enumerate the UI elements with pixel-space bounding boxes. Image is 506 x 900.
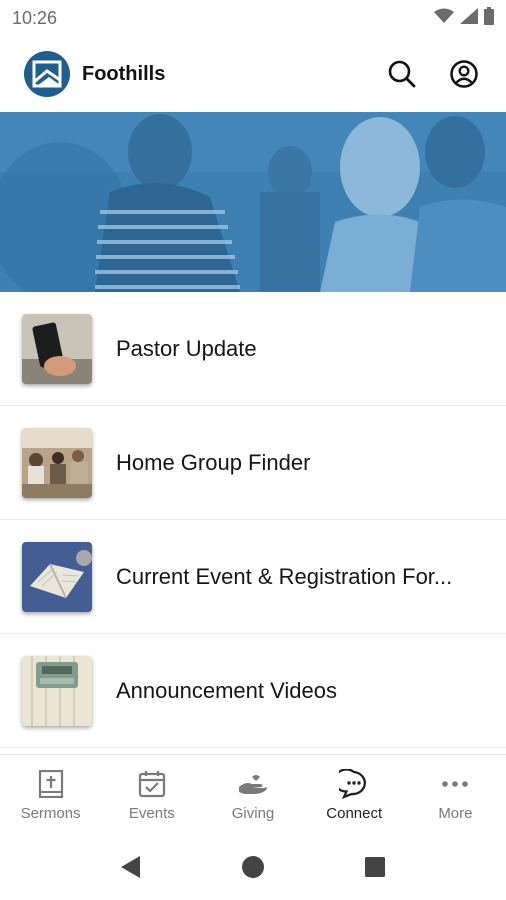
nav-label-connect: Connect xyxy=(326,804,383,822)
wifi-icon xyxy=(434,8,454,29)
app-bar: Foothills xyxy=(0,36,506,112)
group-photo-thumbnail xyxy=(22,427,92,498)
nav-connect[interactable]: Connect xyxy=(304,755,405,835)
menu-item-label: Pastor Update xyxy=(116,335,257,361)
hero-banner-image xyxy=(0,112,506,292)
bible-icon xyxy=(36,769,66,799)
menu-item-current-event-registration[interactable]: Current Event & Registration For... xyxy=(0,520,506,634)
calendar-check-icon xyxy=(137,769,167,799)
signal-icon xyxy=(460,7,478,29)
app-actions xyxy=(384,56,482,92)
menu-item-label: Home Group Finder xyxy=(116,449,311,475)
chat-bubble-icon xyxy=(339,768,369,799)
app-title: Foothills xyxy=(82,62,166,85)
status-icons xyxy=(434,6,494,30)
nav-label-giving: Giving xyxy=(231,804,275,822)
nav-label-events: Events xyxy=(128,804,175,822)
menu-list: Pastor Update Home Group Finder Current … xyxy=(0,292,506,748)
system-nav-bar xyxy=(0,834,506,900)
giving-hand-icon xyxy=(238,769,268,799)
search-icon[interactable] xyxy=(384,56,420,92)
menu-item-announcement-videos[interactable]: Announcement Videos xyxy=(0,634,506,748)
account-icon[interactable] xyxy=(446,56,482,92)
book-photo-thumbnail xyxy=(22,541,92,612)
battery-icon xyxy=(484,6,494,30)
back-icon[interactable] xyxy=(111,847,151,887)
nav-sermons[interactable]: Sermons xyxy=(0,755,101,835)
typewriter-photo-thumbnail xyxy=(22,655,92,726)
nav-more[interactable]: More xyxy=(405,755,506,835)
bottom-nav: Sermons Events Giving Connect More xyxy=(0,754,506,835)
menu-item-home-group-finder[interactable]: Home Group Finder xyxy=(0,406,506,520)
menu-item-label: Current Event & Registration For... xyxy=(116,563,453,589)
menu-item-pastor-update[interactable]: Pastor Update xyxy=(0,292,506,406)
mountain-logo-icon[interactable] xyxy=(24,51,70,97)
nav-events[interactable]: Events xyxy=(101,755,202,835)
home-icon[interactable] xyxy=(233,847,273,887)
menu-item-label: Announcement Videos xyxy=(116,677,337,703)
status-bar: 10:26 xyxy=(0,0,506,36)
phone-photo-thumbnail xyxy=(22,313,92,384)
nav-giving[interactable]: Giving xyxy=(202,755,303,835)
recents-icon[interactable] xyxy=(355,847,395,887)
more-dots-icon xyxy=(440,769,470,799)
nav-label-more: More xyxy=(438,804,473,822)
status-time: 10:26 xyxy=(12,7,58,28)
nav-label-sermons: Sermons xyxy=(20,804,81,822)
